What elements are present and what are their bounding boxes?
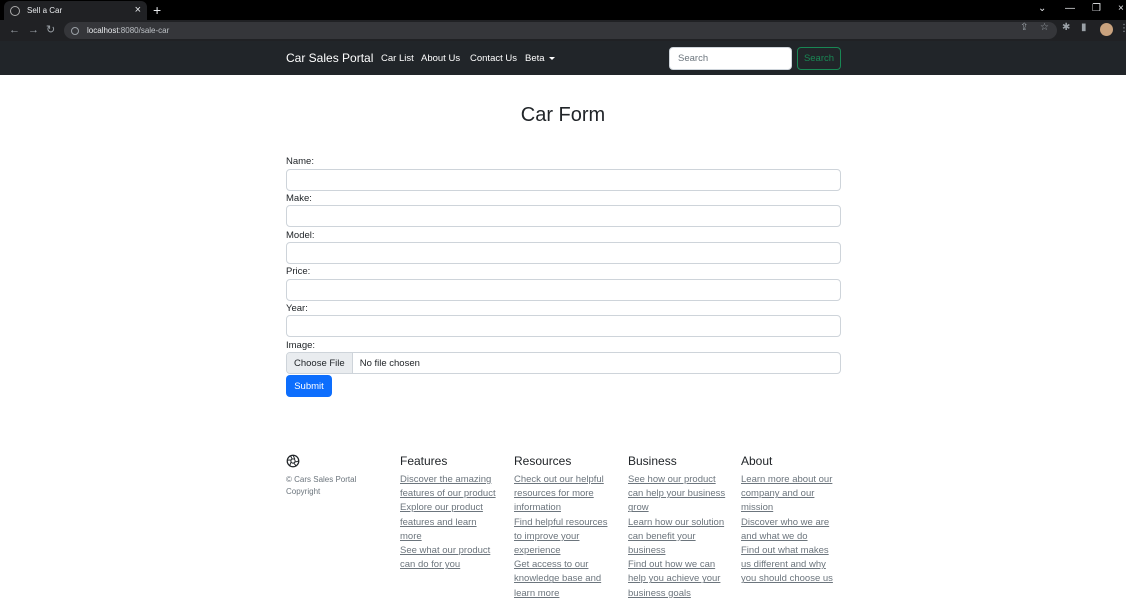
tab-search-icon[interactable]: ⌄ [1038,3,1046,14]
model-label: Model: [286,230,315,241]
footer-heading: Resources [514,454,572,468]
footer-link[interactable]: Discover who we are and what we do [741,516,841,544]
search-button[interactable]: Search [797,47,841,70]
brand-link[interactable]: Car Sales Portal [286,51,373,65]
tab-title: Sell a Car [27,6,63,15]
side-panel-icon[interactable]: ▮ [1081,22,1087,33]
aperture-logo-icon[interactable] [286,454,300,468]
new-tab-icon[interactable]: + [153,2,161,18]
share-icon[interactable]: ⇪ [1020,22,1028,33]
year-field[interactable] [286,315,841,337]
footer-link[interactable]: Learn more about our company and our mis… [741,473,841,516]
search-input[interactable] [669,47,792,70]
browser-toolbar: ← → ↻ localhost:8080/sale-car ⇪ ☆ ✱ ▮ [0,20,1126,41]
name-field[interactable] [286,169,841,191]
reload-icon[interactable]: ↻ [46,23,55,37]
footer-link[interactable]: Find out how we can help you achieve you… [628,558,728,601]
footer-link[interactable]: Find out what makes us different and why… [741,544,841,587]
choose-file-button[interactable]: Choose File [287,353,353,373]
price-label: Price: [286,266,311,277]
footer-link[interactable]: Discover the amazing features of our pro… [400,473,500,501]
nav-car-list[interactable]: Car List [381,53,414,64]
footer-link[interactable]: Get access to our knowledge base and lea… [514,558,614,601]
url-text: localhost:8080/sale-car [87,26,170,35]
year-label: Year: [286,303,308,314]
caret-down-icon [548,56,555,60]
nav-beta-label: Beta [525,53,545,64]
footer-link[interactable]: Find helpful resources to improve your e… [514,516,614,559]
footer-column-business: Business See how our product can help yo… [628,454,728,601]
minimize-icon[interactable]: — [1065,3,1075,14]
footer-link[interactable]: See how our product can help your busine… [628,473,728,516]
back-icon[interactable]: ← [9,23,20,37]
forward-icon[interactable]: → [28,23,39,37]
nav-about-us[interactable]: About Us [421,53,460,64]
image-label: Image: [286,340,316,351]
page-title: Car Form [520,104,606,126]
extensions-icon[interactable]: ✱ [1062,22,1070,33]
restore-icon[interactable]: ❐ [1092,3,1101,14]
footer-copyright: © Cars Sales Portal Copyright [286,475,357,496]
footer-link[interactable]: Check out our helpful resources for more… [514,473,614,516]
browser-tab[interactable]: Sell a Car × [4,1,147,20]
model-field[interactable] [286,242,841,264]
site-navbar: Car Sales Portal Car List About Us Conta… [0,41,1126,75]
nav-contact-us[interactable]: Contact Us [470,53,517,64]
close-tab-icon[interactable]: × [135,5,141,16]
bookmark-star-icon[interactable]: ☆ [1040,22,1049,33]
file-status: No file chosen [359,357,420,369]
globe-icon [10,5,20,16]
address-bar[interactable]: localhost:8080/sale-car [64,22,1057,39]
footer-heading: Business [628,454,677,468]
footer-column-features: Features Discover the amazing features o… [400,454,500,572]
submit-button[interactable]: Submit [286,375,332,397]
image-file-input[interactable]: Choose File No file chosen [286,352,841,374]
site-info-icon[interactable] [71,26,79,35]
footer-column-about: About Learn more about our company and o… [741,454,841,587]
browser-menu-icon[interactable]: ⋮ [1119,24,1126,34]
price-field[interactable] [286,279,841,301]
close-window-icon[interactable]: × [1118,3,1124,14]
footer-heading: About [741,454,773,468]
make-label: Make: [286,193,312,204]
make-field[interactable] [286,205,841,227]
footer-link[interactable]: Learn how our solution can benefit your … [628,516,728,559]
browser-tab-bar: Sell a Car × + ⌄ — ❐ × [0,0,1126,20]
footer-column-resources: Resources Check out our helpful resource… [514,454,614,601]
name-label: Name: [286,156,314,167]
nav-beta-dropdown[interactable]: Beta [525,53,555,64]
footer-link[interactable]: See what our product can do for you [400,544,500,572]
profile-avatar[interactable] [1100,23,1113,36]
footer-heading: Features [400,454,448,468]
footer-link[interactable]: Explore our product features and learn m… [400,501,500,544]
